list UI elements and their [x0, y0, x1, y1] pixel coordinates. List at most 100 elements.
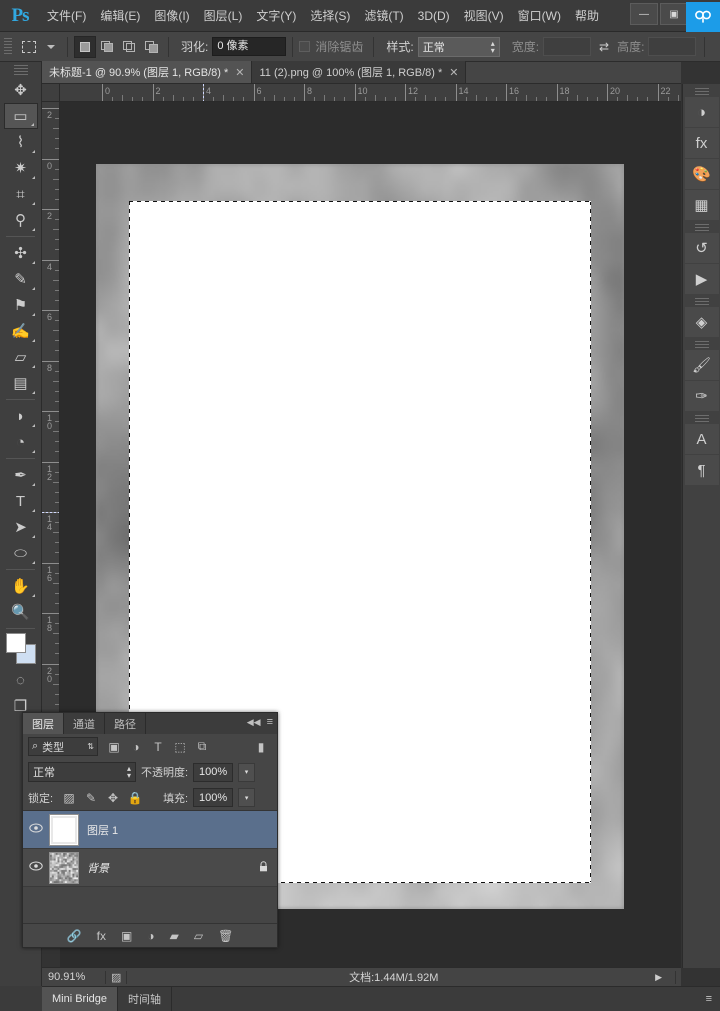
opacity-slider-button[interactable]: ▾ [238, 763, 255, 782]
pen-tool[interactable]: ✒ [4, 462, 38, 488]
filter-adjustment-icon[interactable]: ◑ [125, 737, 147, 756]
lasso-tool[interactable]: ⌇ [4, 129, 38, 155]
zoom-tool[interactable]: 🔍 [4, 599, 38, 625]
swatches-grid-button[interactable]: ▦ [685, 190, 719, 220]
blur-tool[interactable]: ◗ [4, 403, 38, 429]
filter-toggle-switch[interactable]: ▮ [250, 737, 272, 756]
subtract-from-selection-button[interactable] [118, 36, 140, 58]
styles-fx-button[interactable]: fx [685, 128, 719, 158]
delete-layer-icon[interactable]: 🗑 [218, 929, 233, 943]
menu-item-8[interactable]: 视图(V) [457, 3, 511, 28]
filter-pixel-icon[interactable]: ▣ [103, 737, 125, 756]
minimize-button[interactable]: — [630, 3, 658, 25]
hand-tool[interactable]: ✋ [4, 573, 38, 599]
zoom-level-input[interactable]: 90.91% [42, 971, 100, 983]
spot-healing-brush-tool[interactable]: ✣ [4, 240, 38, 266]
layer-filter-select[interactable]: ⌕ 类型 ⇅ [28, 737, 98, 756]
lock-image-pixels-icon[interactable]: ✎ [80, 788, 102, 807]
new-fill-adjustment-icon[interactable]: ◑ [147, 929, 154, 943]
gradient-tool[interactable]: ▤ [4, 370, 38, 396]
vertical-ruler[interactable]: 2 0 2 4 6 8 1 0 1 2 1 4 1 6 1 8 2 0 [42, 102, 60, 712]
layers-panel-tab-1[interactable]: 通道 [64, 713, 105, 734]
options-bar-grip[interactable] [4, 38, 12, 56]
menu-item-5[interactable]: 选择(S) [303, 3, 357, 28]
layer-visibility-eye-icon[interactable] [23, 861, 49, 874]
add-to-selection-button[interactable] [96, 36, 118, 58]
adjustments-button[interactable]: ◑ [685, 97, 719, 127]
actions-play-button[interactable]: ▶ [685, 264, 719, 294]
bottom-tab-1[interactable]: 时间轴 [118, 987, 172, 1011]
menu-item-9[interactable]: 窗口(W) [511, 3, 568, 28]
horizontal-ruler[interactable]: 0 2 4 6 8 10 12 14 16 18 20 22 [60, 84, 681, 102]
dock-group-grip[interactable] [695, 341, 709, 348]
color-palette-button[interactable]: 🎨 [685, 159, 719, 189]
blend-mode-select[interactable]: 正常 ▴ ▾ [28, 762, 136, 782]
new-layer-icon[interactable]: ▱ [194, 929, 203, 943]
antialias-checkbox[interactable] [299, 41, 310, 52]
tools-panel-grip[interactable] [14, 65, 28, 75]
fill-input[interactable]: 100% [193, 788, 233, 807]
history-brush-tool[interactable]: ✍ [4, 318, 38, 344]
bottom-tab-0[interactable]: Mini Bridge [42, 987, 118, 1011]
quick-mask-toggle[interactable]: ◌ [4, 667, 38, 693]
character-panel-button[interactable]: A [685, 424, 719, 454]
layer-visibility-eye-icon[interactable] [23, 823, 49, 836]
eraser-tool[interactable]: ▱ [4, 344, 38, 370]
dock-group-grip[interactable] [695, 88, 709, 95]
crop-tool[interactable]: ⌗ [4, 181, 38, 207]
dock-group-grip[interactable] [695, 224, 709, 231]
eyedropper-tool[interactable]: ⚲ [4, 207, 38, 233]
document-tab-1[interactable]: 11 (2).png @ 100% (图层 1, RGB/8) * ✕ [252, 61, 466, 83]
brush-panel-button[interactable]: 🖌 [685, 350, 719, 380]
menu-item-10[interactable]: 帮助 [568, 3, 606, 28]
brush-tool[interactable]: ✎ [4, 266, 38, 292]
history-button[interactable]: ↺ [685, 233, 719, 263]
collapse-panel-icon[interactable]: ◀◀ [247, 717, 261, 728]
layer-style-fx-icon[interactable]: fx [97, 929, 106, 943]
current-tool-icon[interactable] [17, 36, 41, 58]
maximize-button[interactable]: ▣ [660, 3, 688, 25]
height-input[interactable] [648, 37, 696, 56]
move-tool[interactable]: ✥ [4, 77, 38, 103]
tool-preset-chevron-down-icon[interactable] [47, 45, 55, 49]
rectangular-marquee-tool[interactable]: ▭ [4, 103, 38, 129]
lock-position-icon[interactable]: ✥ [102, 788, 124, 807]
layer-row[interactable]: 图层 1 [23, 811, 277, 849]
layer-thumbnail[interactable] [49, 814, 79, 846]
menu-item-1[interactable]: 编辑(E) [93, 3, 147, 28]
menu-item-0[interactable]: 文件(F) [40, 3, 93, 28]
layer-thumbnail[interactable] [49, 852, 79, 884]
document-tab-0[interactable]: 未标题-1 @ 90.9% (图层 1, RGB/8) * ✕ [42, 61, 252, 83]
swap-width-height-icon[interactable]: ⇄ [599, 40, 609, 54]
fill-slider-button[interactable]: ▾ [238, 788, 255, 807]
ellipse-shape-tool[interactable]: ⬭ [4, 540, 38, 566]
lock-transparent-pixels-icon[interactable]: ▨ [58, 788, 80, 807]
dodge-tool[interactable]: ◔ [4, 429, 38, 455]
panel-menu-icon[interactable]: ≡ [267, 716, 273, 728]
new-selection-button[interactable] [74, 36, 96, 58]
dock-group-grip[interactable] [695, 415, 709, 422]
menu-item-6[interactable]: 滤镜(T) [357, 3, 410, 28]
style-select[interactable]: 正常 ▴ ▾ [418, 37, 500, 57]
3d-panel-button[interactable]: ◈ [685, 307, 719, 337]
new-group-icon[interactable]: ▰ [170, 929, 179, 943]
filter-type-icon[interactable]: T [147, 737, 169, 756]
paragraph-panel-button[interactable]: ¶ [685, 455, 719, 485]
path-selection-tool[interactable]: ➤ [4, 514, 38, 540]
close-tab-icon[interactable]: ✕ [235, 66, 244, 79]
foreground-color-swatch[interactable] [6, 633, 26, 653]
status-menu-arrow-icon[interactable]: ▶ [655, 972, 670, 983]
clone-stamp-tool[interactable]: ⚑ [4, 292, 38, 318]
menu-item-7[interactable]: 3D(D) [411, 5, 457, 27]
width-input[interactable] [543, 37, 591, 56]
layers-panel-tab-2[interactable]: 路径 [105, 713, 146, 734]
brush-presets-button[interactable]: ✑ [685, 381, 719, 411]
lock-all-icon[interactable]: 🔒 [124, 788, 146, 807]
menu-item-4[interactable]: 文字(Y) [249, 3, 303, 28]
dock-group-grip[interactable] [695, 298, 709, 305]
feather-input[interactable]: 0 像素 [212, 37, 286, 56]
magic-wand-tool[interactable]: ✷ [4, 155, 38, 181]
ruler-corner[interactable] [42, 84, 60, 102]
menu-item-2[interactable]: 图像(I) [147, 3, 196, 28]
color-swatches[interactable] [4, 633, 38, 665]
